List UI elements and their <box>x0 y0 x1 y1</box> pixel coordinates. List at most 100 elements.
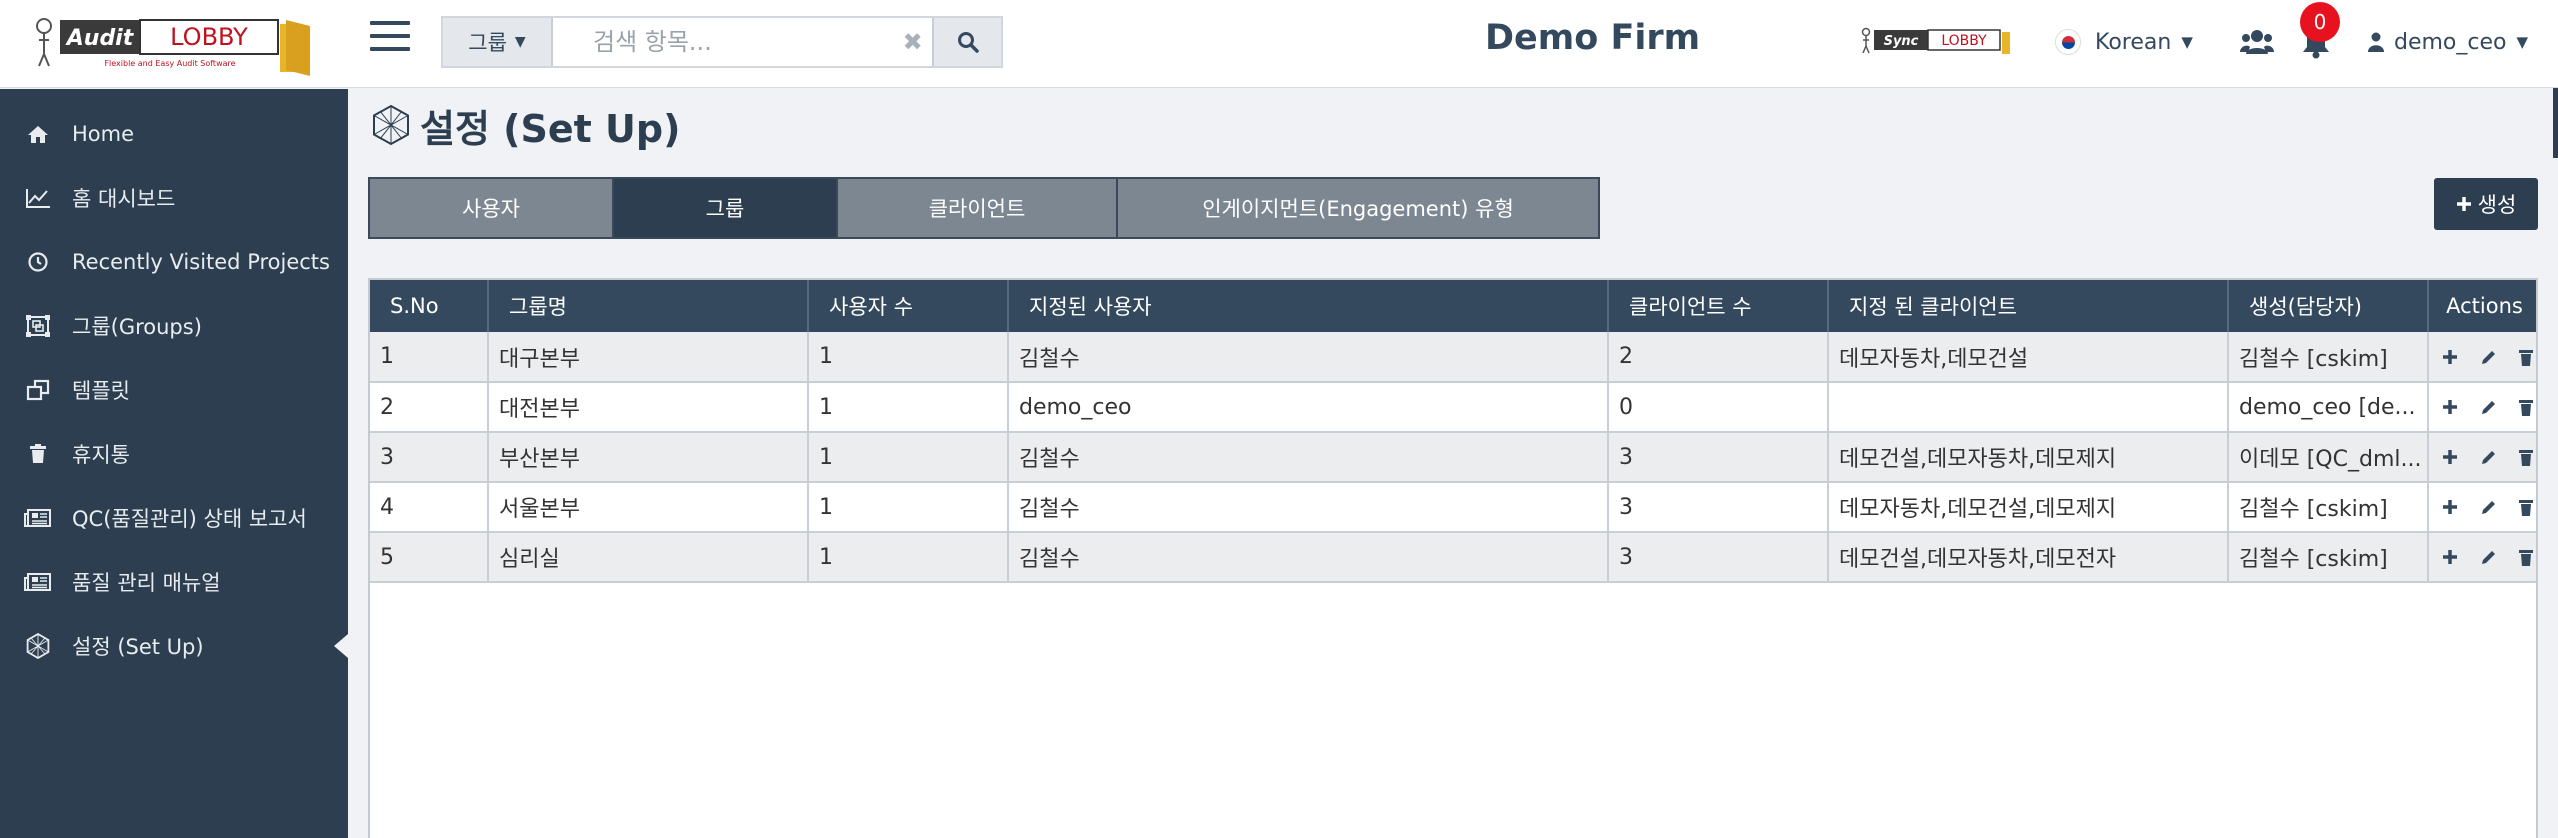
audit-lobby-logo[interactable]: Audit LOBBY Flexible and Easy Audit Soft… <box>30 14 315 76</box>
edit-icon[interactable] <box>2479 347 2497 367</box>
sidebar-item-label: 품질 관리 매뉴얼 <box>72 571 221 595</box>
sidebar-item-dashboard[interactable]: 홈 대시보드 <box>0 168 348 228</box>
column-header-assigned-users[interactable]: 지정된 사용자 <box>1008 280 1609 332</box>
cell-client-count: 0 <box>1608 382 1829 432</box>
add-icon[interactable] <box>2441 397 2459 417</box>
setup-tabs: 사용자 그룹 클라이언트 인게이지먼트(Engagement) 유형 <box>368 177 1600 239</box>
cell-assigned-clients: 데모건설,데모자동차,데모전자 <box>1828 532 2229 582</box>
home-icon <box>28 126 48 143</box>
search-bar: 그룹 ▼ ✖ <box>441 16 1003 68</box>
table-row[interactable]: 3 부산본부 1 김철수 3 데모건설,데모자동차,데모제지 이데모 [QC_d… <box>370 432 2536 482</box>
delete-icon[interactable] <box>2517 497 2535 517</box>
sidebar-item-templates[interactable]: 템플릿 <box>0 360 348 420</box>
column-header-created-by[interactable]: 생성(담당자) <box>2228 280 2429 332</box>
cell-assigned-users: 김철수 <box>1008 482 1609 532</box>
cell-group-name: 심리실 <box>488 532 809 582</box>
delete-icon[interactable] <box>2517 547 2535 567</box>
edit-icon[interactable] <box>2479 547 2497 567</box>
tab-users[interactable]: 사용자 <box>370 179 614 237</box>
edit-icon[interactable] <box>2479 447 2497 467</box>
tab-groups[interactable]: 그룹 <box>614 179 838 237</box>
column-header-user-count[interactable]: 사용자 수 <box>808 280 1009 332</box>
add-icon[interactable] <box>2441 447 2459 467</box>
sidebar-item-label: Recently Visited Projects <box>72 250 330 274</box>
cell-actions <box>2428 432 2536 482</box>
cell-assigned-users: demo_ceo <box>1008 382 1609 432</box>
newspaper-icon <box>24 509 51 527</box>
sidebar-item-label: 템플릿 <box>72 379 130 403</box>
create-button[interactable]: 생성 <box>2434 178 2538 230</box>
edit-icon[interactable] <box>2479 397 2497 417</box>
tab-clients[interactable]: 클라이언트 <box>838 179 1118 237</box>
sidebar-item-label: 그룹(Groups) <box>72 315 202 339</box>
search-input[interactable] <box>552 18 893 66</box>
clear-search-icon[interactable]: ✖ <box>893 18 932 66</box>
add-icon[interactable] <box>2441 497 2459 517</box>
sidebar: Home 홈 대시보드 Recently Visited Projects 그룹… <box>0 89 348 838</box>
sidebar-item-label: Home <box>72 122 135 146</box>
search-category-select[interactable]: 그룹 ▼ <box>443 18 553 66</box>
users-icon[interactable] <box>2240 26 2274 58</box>
delete-icon[interactable] <box>2517 347 2535 367</box>
cell-group-name: 대구본부 <box>488 332 809 382</box>
search-button[interactable] <box>932 18 1001 66</box>
cell-sno: 4 <box>370 482 489 532</box>
sidebar-item-groups[interactable]: 그룹(Groups) <box>0 296 348 356</box>
language-label: Korean <box>2095 29 2172 55</box>
clone-icon <box>26 379 50 401</box>
column-header-client-count[interactable]: 클라이언트 수 <box>1608 280 1829 332</box>
sidebar-item-home[interactable]: Home <box>0 104 348 164</box>
column-header-group-name[interactable]: 그룹명 <box>488 280 809 332</box>
cell-created-by: 김철수 [cskim] <box>2228 332 2429 382</box>
svg-text:Audit: Audit <box>65 26 135 51</box>
cell-created-by: 김철수 [cskim] <box>2228 532 2429 582</box>
cell-client-count: 2 <box>1608 332 1829 382</box>
add-icon[interactable] <box>2441 347 2459 367</box>
add-icon[interactable] <box>2441 547 2459 567</box>
sidebar-item-recent-projects[interactable]: Recently Visited Projects <box>0 232 348 292</box>
sidebar-item-qc-report[interactable]: QC(품질관리) 상태 보고서 <box>0 488 348 548</box>
setup-icon <box>26 633 50 659</box>
cell-group-name: 서울본부 <box>488 482 809 532</box>
table-row[interactable]: 5 심리실 1 김철수 3 데모건설,데모자동차,데모전자 김철수 [cskim… <box>370 532 2536 582</box>
korea-flag-icon <box>2055 29 2081 55</box>
column-header-assigned-clients[interactable]: 지정 된 클라이언트 <box>1828 280 2229 332</box>
scrollbar[interactable] <box>2553 88 2558 158</box>
column-header-sno[interactable]: S.No <box>370 280 489 332</box>
caret-down-icon: ▼ <box>2516 33 2529 51</box>
sidebar-item-qc-manual[interactable]: 품질 관리 매뉴얼 <box>0 552 348 612</box>
table-row[interactable]: 1 대구본부 1 김철수 2 데모자동차,데모건설 김철수 [cskim] <box>370 332 2536 382</box>
cell-created-by: 이데모 [QC_dml... <box>2228 432 2429 482</box>
username-label: demo_ceo <box>2394 29 2507 55</box>
cell-sno: 2 <box>370 382 489 432</box>
cell-group-name: 부산본부 <box>488 432 809 482</box>
cell-created-by: demo_ceo [de... <box>2228 382 2429 432</box>
caret-down-icon: ▼ <box>514 34 526 50</box>
user-menu[interactable]: demo_ceo ▼ <box>2368 24 2528 60</box>
cell-client-count: 3 <box>1608 482 1829 532</box>
page-title-text: 설정 (Set Up) <box>420 106 681 151</box>
table-row[interactable]: 4 서울본부 1 김철수 3 데모자동차,데모건설,데모제지 김철수 [cski… <box>370 482 2536 532</box>
cell-user-count: 1 <box>808 482 1009 532</box>
sidebar-item-setup[interactable]: 설정 (Set Up) <box>0 616 348 676</box>
sync-lobby-logo[interactable]: Sync LOBBY <box>1860 26 2015 56</box>
table-header-row: S.No 그룹명 사용자 수 지정된 사용자 클라이언트 수 지정 된 클라이언… <box>370 280 2536 332</box>
delete-icon[interactable] <box>2517 447 2535 467</box>
cell-client-count: 3 <box>1608 532 1829 582</box>
cell-assigned-clients: 데모자동차,데모건설 <box>1828 332 2229 382</box>
delete-icon[interactable] <box>2517 397 2535 417</box>
object-group-icon <box>26 315 50 337</box>
table-row[interactable]: 2 대전본부 1 demo_ceo 0 demo_ceo [de... <box>370 382 2536 432</box>
svg-text:Flexible and Easy Audit Softwa: Flexible and Easy Audit Software <box>104 59 235 68</box>
language-selector[interactable]: Korean ▼ <box>2055 24 2193 60</box>
edit-icon[interactable] <box>2479 497 2497 517</box>
cell-assigned-clients: 데모자동차,데모건설,데모제지 <box>1828 482 2229 532</box>
menu-toggle-button[interactable] <box>370 20 412 60</box>
groups-table: S.No 그룹명 사용자 수 지정된 사용자 클라이언트 수 지정 된 클라이언… <box>368 278 2538 838</box>
cell-user-count: 1 <box>808 432 1009 482</box>
caret-down-icon: ▼ <box>2181 33 2193 51</box>
tab-engagement-types[interactable]: 인게이지먼트(Engagement) 유형 <box>1118 179 1598 237</box>
sidebar-item-label: 홈 대시보드 <box>72 187 176 211</box>
cell-assigned-clients: 데모건설,데모자동차,데모제지 <box>1828 432 2229 482</box>
sidebar-item-trash[interactable]: 휴지통 <box>0 424 348 484</box>
